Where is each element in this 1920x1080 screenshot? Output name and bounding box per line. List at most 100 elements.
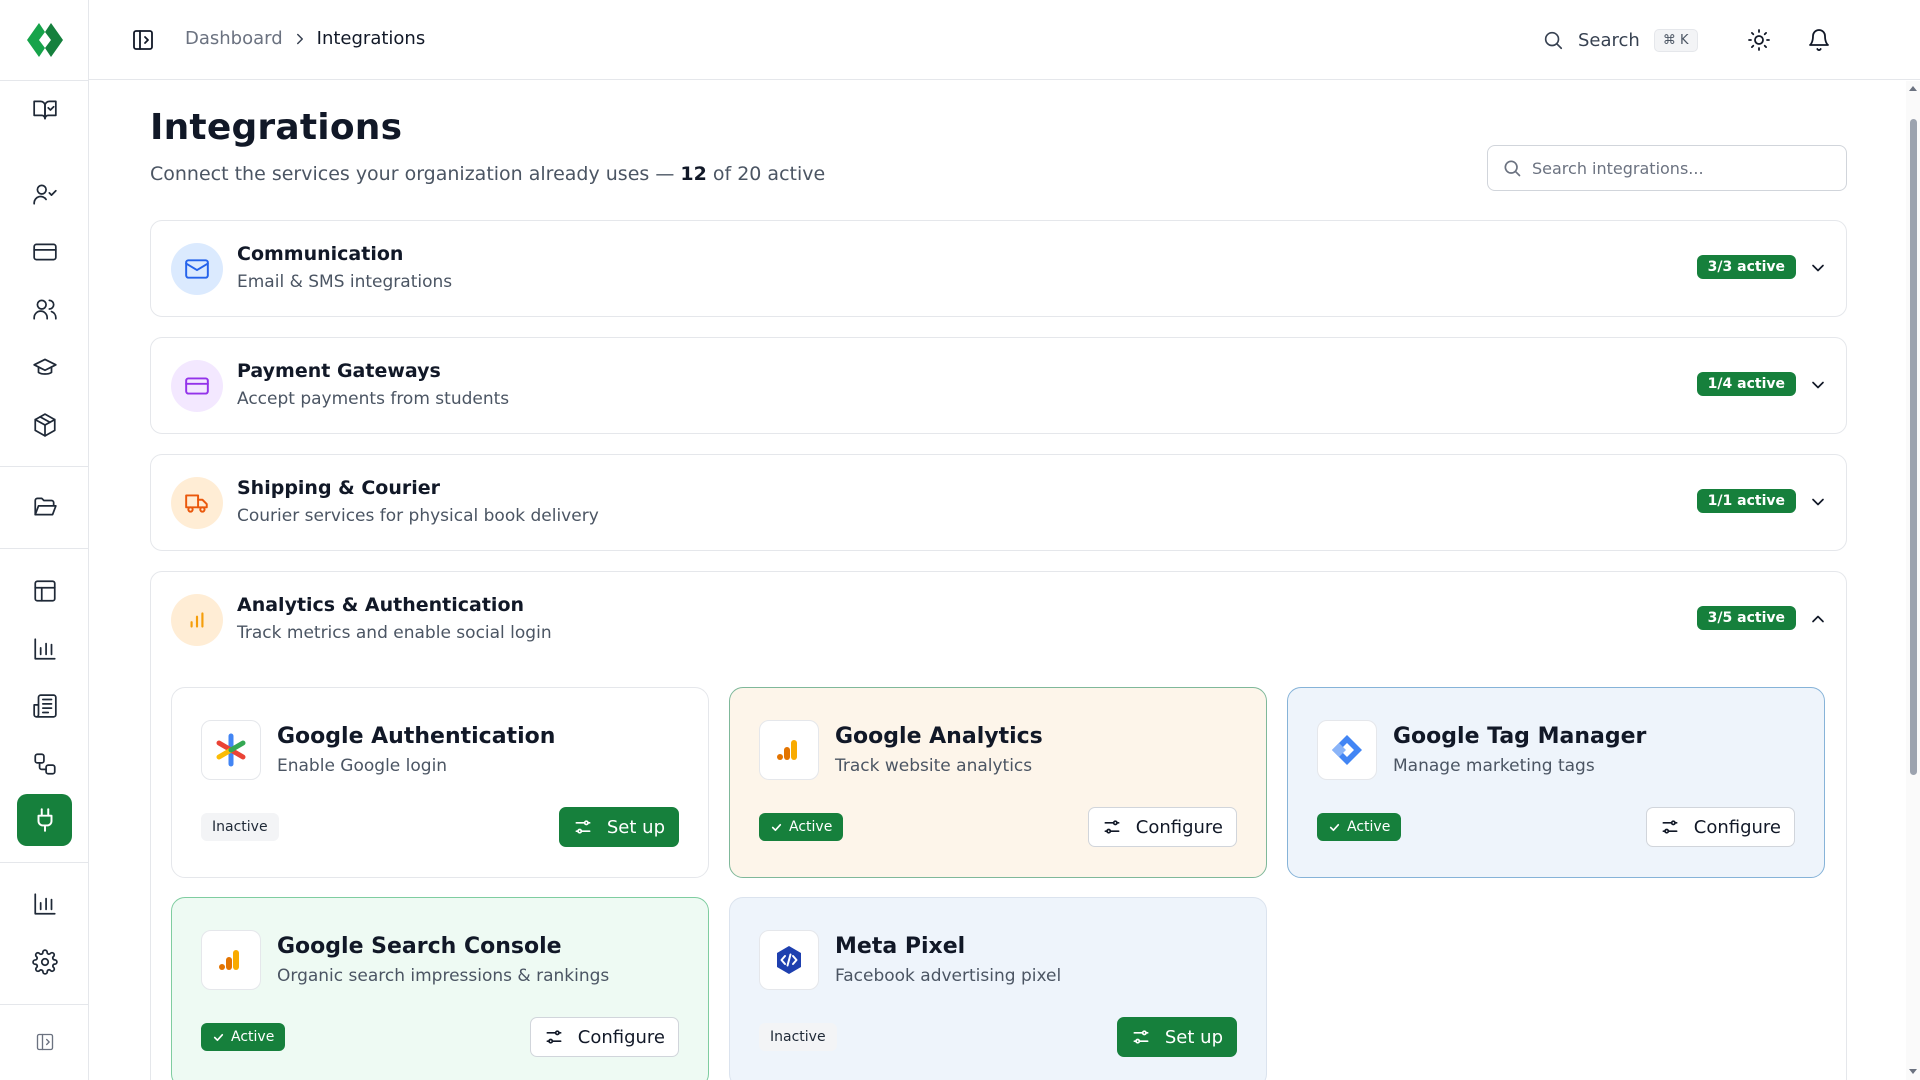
integration-title: Google Authentication xyxy=(277,724,556,749)
category-title: Communication xyxy=(237,243,404,265)
category-header[interactable]: Communication Email & SMS integrations 3… xyxy=(151,221,1846,317)
notifications-button[interactable] xyxy=(1807,28,1831,52)
integration-card-meta-pixel: Meta Pixel Facebook advertising pixel In… xyxy=(729,897,1267,1080)
sliders-icon xyxy=(1131,1027,1165,1047)
sun-icon xyxy=(1747,28,1771,52)
category-title: Analytics & Authentication xyxy=(237,594,525,616)
sliders-icon xyxy=(1660,817,1694,837)
sidebar-divider xyxy=(0,466,88,467)
page-title: Integrations xyxy=(150,107,403,148)
sidebar-item-people[interactable] xyxy=(17,283,72,335)
check-icon xyxy=(1328,821,1347,834)
integration-card-google-tag-manager: Google Tag Manager Manage marketing tags… xyxy=(1287,687,1825,878)
bar-chart-icon xyxy=(32,891,58,917)
bar-chart-icon xyxy=(171,594,223,646)
plug-icon xyxy=(32,807,58,833)
category-header[interactable]: Analytics & Authentication Track metrics… xyxy=(151,572,1846,668)
button-label: Configure xyxy=(577,1026,665,1048)
category-header[interactable]: Shipping & Courier Courier services for … xyxy=(151,455,1846,551)
sidebar-item-billing[interactable] xyxy=(17,226,72,278)
sidebar-item-settings[interactable] xyxy=(17,936,72,988)
scrollbar[interactable] xyxy=(1906,81,1920,1080)
integration-card-google-search-console: Google Search Console Organic search imp… xyxy=(171,897,709,1080)
integrations-search-input[interactable] xyxy=(1532,158,1832,178)
global-search-button[interactable]: Search ⌘ K xyxy=(1542,24,1698,56)
chevron-down-icon[interactable] xyxy=(1808,492,1828,512)
category-header[interactable]: Payment Gateways Accept payments from st… xyxy=(151,338,1846,434)
status-badge: Active xyxy=(201,1023,286,1051)
status-badge: 3/3 active xyxy=(1696,255,1796,279)
sidebar-item-documents[interactable] xyxy=(17,680,72,732)
theme-toggle-button[interactable] xyxy=(1747,28,1771,52)
sidebar-toggle-button[interactable] xyxy=(131,28,155,52)
book-open-check-icon xyxy=(32,97,58,123)
configure-button[interactable]: Configure xyxy=(529,1017,679,1057)
sidebar-item-integrations[interactable] xyxy=(17,794,72,846)
search-label: Search xyxy=(1578,29,1640,51)
google-analytics-icon xyxy=(759,720,819,780)
layout-icon xyxy=(32,578,58,604)
top-bar: Dashboard Integrations Search ⌘ K xyxy=(89,0,1920,80)
google-auth-icon xyxy=(201,720,261,780)
credit-card-icon xyxy=(171,360,223,412)
sidebar-divider xyxy=(0,862,88,863)
integration-title: Google Analytics xyxy=(835,724,1043,749)
scroll-down-arrow-icon[interactable] xyxy=(1909,1067,1917,1075)
status-badge: 1/1 active xyxy=(1696,489,1796,513)
chevron-right-icon xyxy=(291,30,309,48)
status-badge: 3/5 active xyxy=(1696,606,1796,630)
status-label: Active xyxy=(231,1029,275,1045)
sidebar-divider xyxy=(0,80,88,81)
chevron-down-icon[interactable] xyxy=(1808,375,1828,395)
scrollbar-thumb[interactable] xyxy=(1910,119,1917,775)
search-icon xyxy=(1542,29,1564,51)
setup-button[interactable]: Set up xyxy=(558,807,679,847)
sidebar-item-library[interactable] xyxy=(17,84,72,136)
breadcrumb-dashboard-link[interactable]: Dashboard xyxy=(185,28,283,49)
status-badge: Active xyxy=(759,813,844,841)
sidebar-item-layout[interactable] xyxy=(17,565,72,617)
status-label: Active xyxy=(1347,819,1391,835)
sidebar-item-users[interactable] xyxy=(17,168,72,220)
integration-title: Meta Pixel xyxy=(835,934,966,959)
graduation-cap-icon xyxy=(32,354,58,380)
sidebar-item-packages[interactable] xyxy=(17,399,72,451)
scroll-up-arrow-icon[interactable] xyxy=(1909,85,1917,93)
panel-left-icon xyxy=(35,1032,55,1052)
subtitle-prefix: Connect the services your organization a… xyxy=(150,163,681,185)
chevron-up-icon[interactable] xyxy=(1808,609,1828,629)
status-label: Inactive xyxy=(212,819,268,835)
bar-chart-icon xyxy=(32,636,58,662)
sidebar-item-workflow[interactable] xyxy=(17,738,72,790)
chevron-down-icon[interactable] xyxy=(1808,258,1828,278)
truck-icon xyxy=(171,477,223,529)
integration-description: Manage marketing tags xyxy=(1393,756,1595,776)
sidebar-item-courses[interactable] xyxy=(17,341,72,393)
sidebar-item-analytics[interactable] xyxy=(17,878,72,930)
category-shipping-courier: Shipping & Courier Courier services for … xyxy=(150,454,1847,551)
category-subtitle: Accept payments from students xyxy=(237,389,510,409)
configure-button[interactable]: Configure xyxy=(1645,807,1795,847)
newspaper-icon xyxy=(32,693,58,719)
page-subtitle: Connect the services your organization a… xyxy=(150,163,825,185)
main-content: Integrations Connect the services your o… xyxy=(89,81,1920,1080)
workflow-icon xyxy=(32,751,58,777)
panel-left-icon xyxy=(131,28,155,52)
setup-button[interactable]: Set up xyxy=(1116,1017,1237,1057)
sidebar-collapse-button[interactable] xyxy=(17,1016,72,1068)
breadcrumb: Dashboard Integrations xyxy=(185,28,425,49)
credit-card-icon xyxy=(32,239,58,265)
button-label: Configure xyxy=(1135,816,1223,838)
sidebar-item-reports[interactable] xyxy=(17,623,72,675)
user-check-icon xyxy=(32,181,58,207)
folder-open-icon xyxy=(32,494,58,520)
integration-card-google-authentication: Google Authentication Enable Google logi… xyxy=(171,687,709,878)
configure-button[interactable]: Configure xyxy=(1087,807,1237,847)
app-logo[interactable] xyxy=(25,21,65,59)
sidebar-divider xyxy=(0,1004,88,1005)
bell-icon xyxy=(1807,28,1831,52)
integration-description: Track website analytics xyxy=(835,756,1033,776)
integration-description: Organic search impressions & rankings xyxy=(277,966,610,986)
sidebar-item-files[interactable] xyxy=(17,481,72,533)
search-icon xyxy=(1502,158,1532,178)
